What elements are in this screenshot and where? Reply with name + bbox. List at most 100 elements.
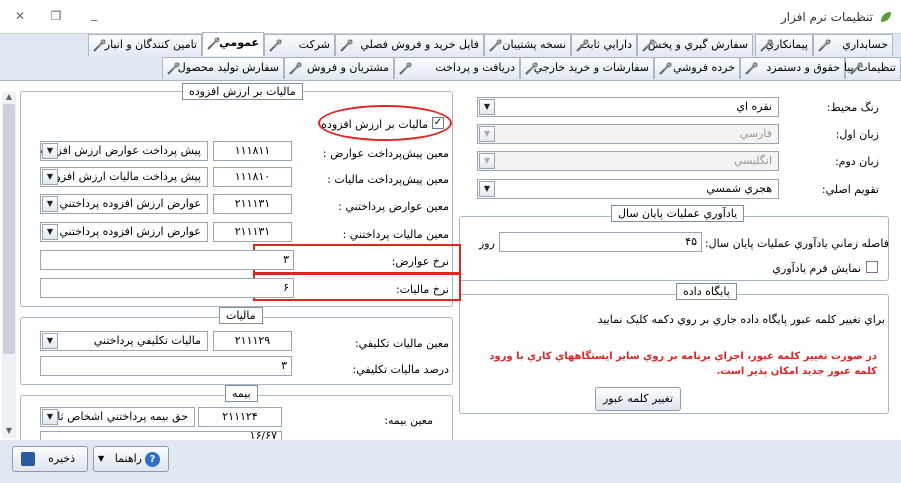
vat-row-label: معين پيش‌پرداخت ماليات :: [327, 173, 449, 186]
insurance-account[interactable]: حق بيمه پرداختني اشخاص ثا: [40, 407, 195, 427]
insurance-label: معين بيمه:: [384, 414, 433, 427]
show-reminder-label: نمايش فرم يادآوري: [772, 262, 861, 275]
tab-row2-2[interactable]: خرده فروشي: [654, 57, 740, 79]
chevron-down-icon[interactable]: ▼: [42, 224, 58, 240]
chevron-down-icon[interactable]: ▼: [42, 169, 58, 185]
vat-row-label: معين عوارض پرداختني :: [338, 200, 449, 213]
vat-row-code[interactable]: ۲۱۱۱۳۱: [213, 222, 292, 242]
tab-row2-3[interactable]: سفارشات و خريد خارجي: [520, 57, 654, 79]
chevron-down-icon[interactable]: ▼: [42, 196, 58, 212]
chevron-down-icon[interactable]: ▼: [42, 143, 58, 159]
vat-group-title: ماليات بر ارزش افزوده: [182, 83, 303, 100]
tab-row1-6[interactable]: شرکت: [264, 34, 335, 56]
vat-row-account[interactable]: پيش پرداخت ماليات ارزش افزوده: [40, 167, 208, 187]
tax-rate-label: نرخ ماليات:: [395, 283, 449, 296]
reminder-interval-input[interactable]: ۴۵: [499, 232, 702, 252]
help-label: راهنما: [114, 452, 142, 465]
chevron-down-icon[interactable]: ▼: [479, 181, 495, 197]
show-reminder-checkbox[interactable]: [866, 261, 878, 273]
assigned-tax-percent-input[interactable]: ۳: [40, 356, 292, 376]
tab-row1-3[interactable]: دارايي ثابت: [571, 34, 637, 56]
scroll-up-icon[interactable]: ▲: [2, 92, 16, 104]
tab-row1-5[interactable]: فايل خريد و فروش فصلي: [335, 34, 484, 56]
tools-icon: [340, 39, 353, 52]
env-color-label: رنگ محيط:: [826, 101, 879, 114]
tab-row2-0[interactable]: تنظيمات پيام: [837, 57, 901, 79]
app-leaf-icon: [881, 12, 891, 22]
taxes-group-title: ماليات: [219, 307, 263, 324]
tools-icon: [207, 37, 220, 50]
vat-row-account[interactable]: پيش پرداخت عوارض ارزش افزوده: [40, 141, 208, 161]
reminder-group-title: يادآوري عمليات پايان سال: [611, 205, 745, 222]
vat-row-account[interactable]: عوارض ارزش افزوده پرداختني: [40, 194, 208, 214]
change-password-button[interactable]: تغيير کلمه عبور: [595, 387, 681, 411]
chevron-down-icon[interactable]: ▼: [479, 99, 495, 115]
insurance-group-title: بيمه: [225, 385, 258, 402]
save-icon: [21, 452, 35, 466]
vat-row-label: معين پيش‌پرداخت عوارض :: [322, 147, 449, 160]
lang2-select[interactable]: انگليسي: [477, 151, 779, 171]
lang1-select[interactable]: فارسي: [477, 124, 779, 144]
tab-label: فايل خريد و فروش فصلي: [360, 38, 479, 51]
vat-row-code[interactable]: ۱۱۱۸۱۱: [213, 141, 292, 161]
tools-icon: [642, 39, 655, 52]
tab-row1-8[interactable]: تامين کنندگان و انبار: [88, 34, 202, 56]
database-warning-text: در صورت تغيير کلمه عبور، اجراي برنامه بر…: [489, 351, 877, 377]
tab-label: مشتريان و فروش: [307, 61, 389, 74]
tab-row1-4[interactable]: نسخه پشتيبان: [484, 34, 571, 56]
duty-rate-label: نرخ عوارض:: [391, 255, 449, 268]
tab-row2-5[interactable]: مشتريان و فروش: [284, 57, 394, 79]
vat-checkbox-label: ماليات بر ارزش افزوده: [321, 118, 428, 131]
duty-rate-input[interactable]: ۳: [40, 250, 294, 270]
tab-panel-general: رنگ محيط: نقره اي ▼ زبان اول: فارسي ▼ زب…: [0, 80, 901, 455]
assigned-tax-account[interactable]: ماليات تکليفي پرداختني: [40, 331, 208, 351]
lang2-label: زبان دوم:: [834, 155, 879, 168]
tab-row1-2[interactable]: سفارش گيري و پخش: [637, 34, 753, 56]
tax-rate-input[interactable]: ۶: [40, 278, 294, 298]
help-icon: ?: [145, 452, 160, 467]
tab-label: دريافت و پرداخت: [435, 61, 515, 74]
vat-checkbox[interactable]: ✓: [432, 117, 444, 129]
tab-row1-1[interactable]: پيمانکاري: [755, 34, 813, 56]
tab-label: شرکت: [298, 38, 330, 51]
tab-label: نسخه پشتيبان: [502, 38, 566, 51]
tab-row2-4[interactable]: دريافت و پرداخت: [394, 57, 520, 79]
vertical-scrollbar[interactable]: ▲ ▼: [2, 92, 16, 438]
restore-icon[interactable]: ❐: [48, 8, 64, 24]
scroll-down-icon[interactable]: ▼: [2, 426, 16, 438]
calendar-select[interactable]: هجري شمسي: [477, 179, 779, 199]
help-button[interactable]: ? راهنما ▼: [93, 446, 169, 472]
scroll-thumb[interactable]: [3, 104, 15, 354]
tools-icon: [760, 39, 773, 52]
close-icon[interactable]: ✕: [12, 8, 28, 24]
vat-row-code[interactable]: ۲۱۱۱۳۱: [213, 194, 292, 214]
tools-icon: [818, 39, 831, 52]
save-button[interactable]: ذخيره: [12, 446, 88, 472]
window-title: تنظيمات نرم افزار: [780, 10, 873, 24]
tab-row1-7[interactable]: عمومي: [202, 32, 264, 56]
assigned-tax-code[interactable]: ۲۱۱۱۲۹: [213, 331, 292, 351]
database-info-text: براي تغيير کلمه عبور پايگاه داده جاري بر…: [597, 313, 885, 326]
vat-row-label: معين ماليات پرداختني :: [342, 228, 449, 241]
insurance-code[interactable]: ۲۱۱۱۲۴: [198, 407, 282, 427]
reminder-unit: روز: [479, 237, 495, 250]
vat-row-account[interactable]: عوارض ارزش افزوده پرداختني: [40, 222, 208, 242]
bottom-toolbar: ذخيره ? راهنما ▼: [0, 440, 901, 483]
chevron-down-icon[interactable]: ▼: [479, 153, 495, 169]
tools-icon: [399, 62, 412, 75]
chevron-down-icon[interactable]: ▼: [42, 409, 58, 425]
minimize-icon[interactable]: _: [86, 6, 102, 22]
vat-row-code[interactable]: ۱۱۱۸۱۰: [213, 167, 292, 187]
assigned-tax-percent-label: درصد ماليات تکليفي:: [352, 363, 449, 376]
tools-icon: [745, 62, 758, 75]
tab-row2-1[interactable]: حقوق و دستمزد: [740, 57, 845, 79]
tab-row1-0[interactable]: حسابداري: [813, 34, 893, 56]
tab-label: حسابداري: [842, 38, 888, 51]
tab-row2-6[interactable]: سفارش توليد محصول: [162, 57, 284, 79]
tools-icon: [93, 39, 106, 52]
chevron-down-icon[interactable]: ▼: [479, 126, 495, 142]
tools-icon: [489, 39, 502, 52]
tools-icon: [525, 62, 538, 75]
env-color-select[interactable]: نقره اي: [477, 97, 779, 117]
chevron-down-icon[interactable]: ▼: [42, 333, 58, 349]
